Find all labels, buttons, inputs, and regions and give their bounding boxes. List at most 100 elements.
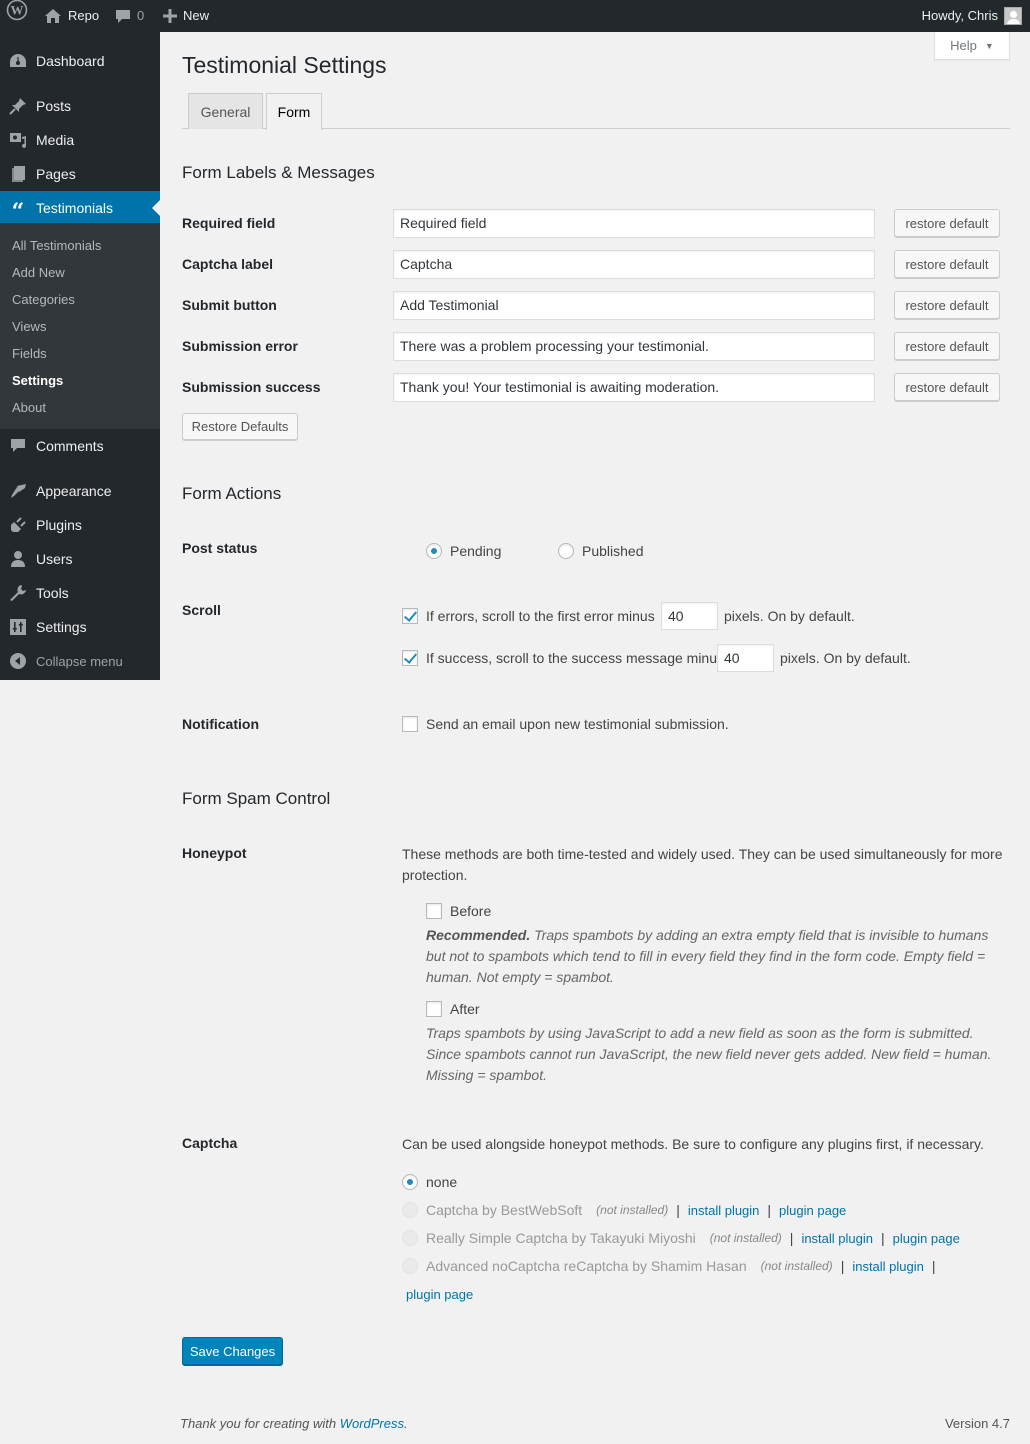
captcha-label-input[interactable]: Captcha xyxy=(393,250,875,279)
captcha-advanced-radio[interactable] xyxy=(402,1258,418,1274)
honeypot-label: Honeypot xyxy=(182,845,247,861)
scroll-label: Scroll xyxy=(182,602,221,618)
restore-defaults-button[interactable]: Restore Defaults xyxy=(182,413,298,440)
sidebar-item-pages[interactable]: Pages xyxy=(0,157,160,191)
plugin-page-link[interactable]: plugin page xyxy=(779,1203,846,1218)
scroll-error-suffix: pixels. On by default. xyxy=(724,608,855,624)
sidebar-label: Media xyxy=(36,132,75,148)
sidebar-item-settings[interactable]: Settings xyxy=(0,610,160,644)
submenu-item-categories[interactable]: Categories xyxy=(12,290,75,310)
plugin-status: (not installed) xyxy=(596,1203,669,1217)
comments-link[interactable]: 0 xyxy=(115,0,144,32)
home-icon xyxy=(44,8,62,24)
sidebar-label: Testimonials xyxy=(36,200,114,216)
sidebar-item-plugins[interactable]: Plugins xyxy=(0,508,160,542)
new-content-link[interactable]: New xyxy=(163,0,209,32)
field-label: Submit button xyxy=(182,297,277,313)
sidebar-item-testimonials[interactable]: “ Testimonials xyxy=(0,191,160,225)
scroll-error-offset-input[interactable]: 40 xyxy=(661,602,718,630)
radio-label: Pending xyxy=(450,543,502,559)
plugin-name: Captcha by BestWebSoft xyxy=(426,1202,583,1218)
sidebar-item-posts[interactable]: Posts xyxy=(0,89,160,123)
scroll-success-checkbox[interactable] xyxy=(402,650,418,666)
scroll-error-checkbox[interactable] xyxy=(402,608,418,624)
submenu-item-about[interactable]: About xyxy=(12,398,46,418)
wordpress-logo-button[interactable]: W xyxy=(6,0,28,32)
testimonials-submenu: All Testimonials Add New Categories View… xyxy=(0,223,160,429)
required-field-input[interactable]: Required field xyxy=(393,209,875,238)
captcha-option-bestwebsoft: Captcha by BestWebSoft (not installed) |… xyxy=(402,1200,846,1220)
admin-bar: W Repo 0 New Howdy, Chris xyxy=(0,0,1030,32)
install-plugin-link[interactable]: install plugin xyxy=(801,1231,873,1246)
comments-count: 0 xyxy=(137,8,145,23)
tab-form[interactable]: Form xyxy=(266,93,322,130)
honeypot-before-checkbox[interactable] xyxy=(426,903,442,919)
sidebar-item-comments[interactable]: Comments xyxy=(0,429,160,463)
wordpress-link[interactable]: WordPress xyxy=(340,1416,404,1431)
pages-icon xyxy=(0,165,36,183)
captcha-none-radio[interactable] xyxy=(402,1174,418,1190)
pin-icon xyxy=(0,97,36,115)
sidebar-label: Tools xyxy=(36,585,69,601)
notification-checkbox[interactable] xyxy=(402,716,418,732)
sidebar-item-users[interactable]: Users xyxy=(0,542,160,576)
sidebar-item-media[interactable]: Media xyxy=(0,123,160,157)
scroll-error-text: If errors, scroll to the first error min… xyxy=(426,608,655,624)
scroll-success-suffix: pixels. On by default. xyxy=(780,650,911,666)
install-plugin-link[interactable]: install plugin xyxy=(688,1203,760,1218)
restore-default-button[interactable]: restore default xyxy=(894,332,1000,360)
plugin-page-link[interactable]: plugin page xyxy=(406,1287,473,1302)
save-changes-button[interactable]: Save Changes xyxy=(182,1337,283,1365)
site-name-link[interactable]: Repo xyxy=(44,0,99,32)
tab-general[interactable]: General xyxy=(188,93,263,129)
post-status-label: Post status xyxy=(182,540,258,556)
sidebar-item-tools[interactable]: Tools xyxy=(0,576,160,610)
post-status-published-radio[interactable] xyxy=(558,543,574,559)
separator: | xyxy=(880,1230,885,1246)
user-icon xyxy=(0,550,36,568)
sidebar-item-appearance[interactable]: Appearance xyxy=(0,474,160,508)
sidebar-label: Settings xyxy=(36,619,87,635)
restore-default-button[interactable]: restore default xyxy=(894,250,1000,278)
dashboard-icon xyxy=(0,53,36,69)
plus-icon xyxy=(163,9,177,23)
sidebar-label: Plugins xyxy=(36,517,82,533)
restore-default-button[interactable]: restore default xyxy=(894,373,1000,401)
restore-default-button[interactable]: restore default xyxy=(894,209,1000,237)
submenu-item-fields[interactable]: Fields xyxy=(12,344,47,364)
new-label: New xyxy=(183,8,210,23)
captcha-really-simple-radio[interactable] xyxy=(402,1230,418,1246)
submenu-item-all-testimonials[interactable]: All Testimonials xyxy=(12,236,101,256)
svg-text:W: W xyxy=(11,3,24,18)
scroll-success-offset-input[interactable]: 40 xyxy=(717,644,774,672)
submenu-item-settings[interactable]: Settings xyxy=(12,371,63,391)
separator: | xyxy=(767,1202,772,1218)
submenu-item-views[interactable]: Views xyxy=(12,317,46,337)
restore-default-button[interactable]: restore default xyxy=(894,291,1000,319)
submission-success-input[interactable]: Thank you! Your testimonial is awaiting … xyxy=(393,373,875,402)
sidebar-label: Collapse menu xyxy=(36,653,123,669)
howdy-text: Howdy, Chris xyxy=(921,8,998,23)
post-status-pending-radio[interactable] xyxy=(426,543,442,559)
account-menu[interactable]: Howdy, Chris xyxy=(922,0,1022,32)
sidebar-item-dashboard[interactable]: Dashboard xyxy=(0,44,160,78)
captcha-option-advanced-nocaptcha-cont: plugin page xyxy=(406,1284,473,1304)
honeypot-intro: These methods are both time-tested and w… xyxy=(402,846,1003,883)
install-plugin-link[interactable]: install plugin xyxy=(852,1259,924,1274)
scroll-success-text: If success, scroll to the success messag… xyxy=(426,650,724,666)
help-tab-button[interactable]: Help ▼ xyxy=(934,32,1010,60)
brush-icon xyxy=(0,482,36,500)
wordpress-logo-icon: W xyxy=(6,0,28,33)
submenu-item-add-new[interactable]: Add New xyxy=(12,263,65,283)
plugin-page-link[interactable]: plugin page xyxy=(893,1231,960,1246)
submit-button-input[interactable]: Add Testimonial xyxy=(393,291,875,320)
honeypot-after-checkbox[interactable] xyxy=(426,1001,442,1017)
plugin-name: Advanced noCaptcha reCaptcha by Shamim H… xyxy=(426,1258,747,1274)
page-title: Testimonial Settings xyxy=(182,52,387,78)
collapse-menu-button[interactable]: Collapse menu xyxy=(0,644,160,678)
plugin-status: (not installed) xyxy=(760,1259,833,1273)
captcha-none-label: none xyxy=(426,1174,458,1190)
submission-error-input[interactable]: There was a problem processing your test… xyxy=(393,332,875,361)
captcha-bestwebsoft-radio[interactable] xyxy=(402,1202,418,1218)
captcha-intro: Can be used alongside honeypot methods. … xyxy=(402,1136,984,1152)
